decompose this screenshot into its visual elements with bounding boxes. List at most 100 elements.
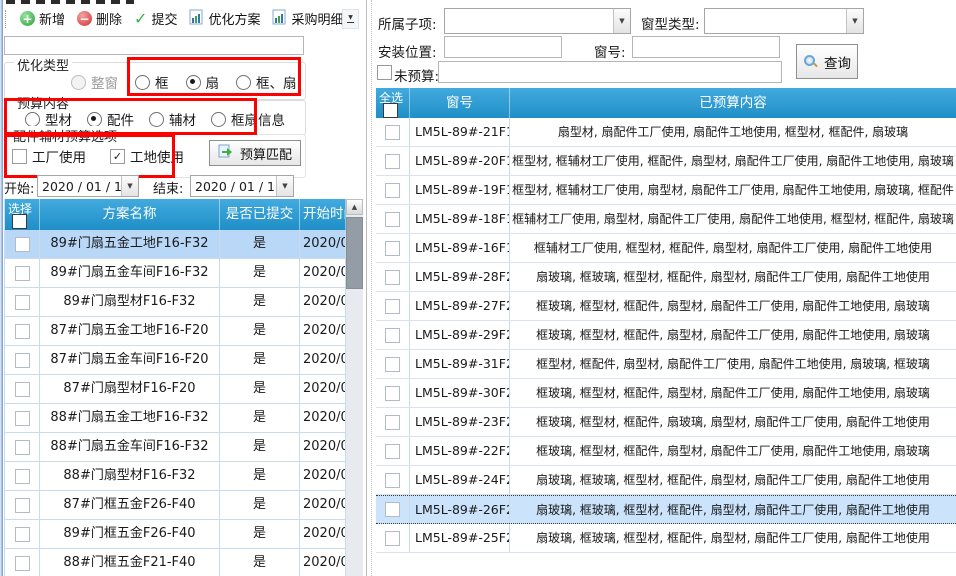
row-select-cell[interactable]	[5, 317, 40, 345]
table-row[interactable]: 89#门扇五金工地F16-F32是2020/0	[5, 230, 346, 259]
row-select-cell[interactable]	[5, 549, 40, 576]
row-checkbox[interactable]	[15, 382, 30, 397]
end-date-picker[interactable]: 2020 / 01 / 13 ▼	[190, 175, 294, 197]
row-select-cell[interactable]	[376, 118, 410, 146]
scrollbar-up-arrow[interactable]: ▲	[346, 199, 363, 215]
radio-option[interactable]: 框扇信息	[211, 109, 285, 129]
row-select-cell[interactable]	[376, 408, 410, 436]
start-column-header[interactable]: 开始时间	[300, 199, 346, 230]
checkbox-option[interactable]: 工地使用	[110, 146, 184, 166]
plan-name-column-header[interactable]: 方案名称	[40, 199, 220, 230]
table-row[interactable]: 87#门扇五金车间F16-F20是2020/0	[5, 346, 346, 375]
no-budget-checkbox[interactable]	[377, 65, 392, 80]
row-checkbox[interactable]	[385, 212, 400, 227]
row-select-cell[interactable]	[376, 321, 410, 349]
row-select-cell[interactable]	[5, 433, 40, 461]
delete-button[interactable]: − 删除	[71, 7, 128, 30]
table-row[interactable]: 89#门扇五金车间F16-F32是2020/0	[5, 259, 346, 288]
row-checkbox[interactable]	[15, 440, 30, 455]
table-row[interactable]: LM5L-89#-24F22扇玻璃, 框玻璃, 框型材, 框配件, 扇型材, 扇…	[376, 466, 956, 495]
row-select-cell[interactable]	[5, 259, 40, 287]
checkbox-option[interactable]: 工厂使用	[12, 146, 86, 166]
row-select-cell[interactable]	[376, 176, 410, 204]
add-button[interactable]: + 新增	[14, 7, 71, 30]
radio-option[interactable]: 辅材	[149, 109, 196, 129]
window-type-dropdown-button[interactable]: ▼	[846, 9, 863, 33]
table-row[interactable]: 88#门扇五金车间F16-F32是2020/0	[5, 433, 346, 462]
table-row[interactable]: 87#门扇五金工地F16-F20是2020/0	[5, 317, 346, 346]
budgeted-column-header[interactable]: 已预算内容	[510, 88, 956, 118]
row-checkbox[interactable]	[15, 266, 30, 281]
row-select-cell[interactable]	[376, 205, 410, 233]
plans-table-scrollbar[interactable]: ▲	[346, 199, 363, 576]
plan-filter-input[interactable]	[4, 36, 304, 55]
row-select-cell[interactable]	[5, 462, 40, 490]
row-select-cell[interactable]	[376, 496, 410, 523]
window-no-input[interactable]	[632, 36, 780, 58]
table-row[interactable]: LM5L-89#-28F26扇玻璃, 框玻璃, 框型材, 框配件, 扇型材, 扇…	[376, 263, 956, 292]
row-checkbox[interactable]	[385, 473, 400, 488]
table-row[interactable]: LM5L-89#-20F18框型材, 框辅材工厂使用, 框配件, 扇型材, 扇配…	[376, 147, 956, 176]
row-checkbox[interactable]	[15, 556, 30, 571]
row-checkbox[interactable]	[15, 237, 30, 252]
radio-option[interactable]: 框	[135, 72, 169, 92]
budget-match-button[interactable]: 预算匹配	[209, 140, 301, 166]
table-row[interactable]: LM5L-89#-22F20框玻璃, 框型材, 框配件, 扇型材, 扇配件工厂使…	[376, 437, 956, 466]
row-select-cell[interactable]	[5, 491, 40, 519]
row-checkbox[interactable]	[385, 299, 400, 314]
row-select-cell[interactable]	[376, 350, 410, 378]
row-checkbox[interactable]	[385, 328, 400, 343]
table-row[interactable]: LM5L-89#-18F16框辅材工厂使用, 扇型材, 扇配件工厂使用, 扇配件…	[376, 205, 956, 234]
row-checkbox[interactable]	[15, 295, 30, 310]
row-checkbox[interactable]	[385, 270, 400, 285]
optimize-plan-button[interactable]: 优化方案	[183, 7, 266, 31]
row-checkbox[interactable]	[385, 415, 400, 430]
table-row[interactable]: LM5L-89#-16F15框辅材工厂使用, 框型材, 框配件, 扇型材, 扇配…	[376, 234, 956, 263]
end-date-dropdown-button[interactable]: ▼	[276, 176, 293, 196]
row-checkbox[interactable]	[385, 154, 400, 169]
row-select-cell[interactable]	[5, 375, 40, 403]
row-select-cell[interactable]	[5, 520, 40, 548]
table-row[interactable]: LM5L-89#-19F17框型材, 框辅材工厂使用, 扇型材, 扇配件工厂使用…	[376, 176, 956, 205]
row-checkbox[interactable]	[15, 498, 30, 513]
table-row[interactable]: 88#门扇五金工地F16-F32是2020/0	[5, 404, 346, 433]
row-select-cell[interactable]	[376, 263, 410, 291]
table-row[interactable]: 88#门扇型材F16-F32是2020/0	[5, 462, 346, 491]
radio-option[interactable]: 扇	[186, 72, 220, 92]
row-checkbox[interactable]	[15, 469, 30, 484]
install-position-input[interactable]	[444, 36, 562, 58]
sub-item-dropdown-button[interactable]: ▼	[613, 9, 630, 33]
table-row[interactable]: LM5L-89#-23F21框玻璃, 框型材, 框配件, 扇玻璃, 扇型材, 扇…	[376, 408, 956, 437]
row-select-cell[interactable]	[376, 292, 410, 320]
toolbar-overflow-button[interactable]: ▼	[342, 9, 359, 29]
window-type-dropdown[interactable]: ▼	[704, 8, 864, 34]
table-row[interactable]: LM5L-89#-31F29框型材, 框配件, 扇型材, 扇配件工厂使用, 扇配…	[376, 350, 956, 379]
row-select-cell[interactable]	[5, 230, 40, 258]
row-select-cell[interactable]	[376, 379, 410, 407]
table-row[interactable]: LM5L-89#-29F27框玻璃, 框型材, 框配件, 扇型材, 扇配件工厂使…	[376, 321, 956, 350]
row-checkbox[interactable]	[385, 444, 400, 459]
start-date-dropdown-button[interactable]: ▼	[121, 176, 138, 196]
submit-button[interactable]: ✓ 提交	[128, 7, 183, 30]
table-row[interactable]: 87#门框五金F26-F40是2020/0	[5, 491, 346, 520]
row-checkbox[interactable]	[385, 357, 400, 372]
row-checkbox[interactable]	[385, 386, 400, 401]
panel-splitter[interactable]	[366, 0, 367, 576]
row-select-cell[interactable]	[376, 466, 410, 494]
query-button[interactable]: 查询	[796, 44, 858, 79]
row-checkbox[interactable]	[385, 241, 400, 256]
select-all-checkbox[interactable]	[12, 214, 27, 229]
select-all-checkbox[interactable]	[383, 103, 398, 118]
no-budget-input[interactable]	[438, 61, 782, 83]
start-date-picker[interactable]: 2020 / 01 / 1 ▼	[37, 175, 139, 197]
submitted-column-header[interactable]: 是否已提交	[220, 199, 300, 230]
row-checkbox[interactable]	[385, 531, 400, 546]
radio-option[interactable]: 整窗	[71, 72, 118, 92]
row-select-cell[interactable]	[376, 524, 410, 552]
row-checkbox[interactable]	[15, 324, 30, 339]
table-row[interactable]: 89#门扇型材F16-F32是2020/0	[5, 288, 346, 317]
row-checkbox[interactable]	[15, 353, 30, 368]
row-checkbox[interactable]	[385, 183, 400, 198]
row-select-cell[interactable]	[376, 234, 410, 262]
row-select-cell[interactable]	[376, 437, 410, 465]
